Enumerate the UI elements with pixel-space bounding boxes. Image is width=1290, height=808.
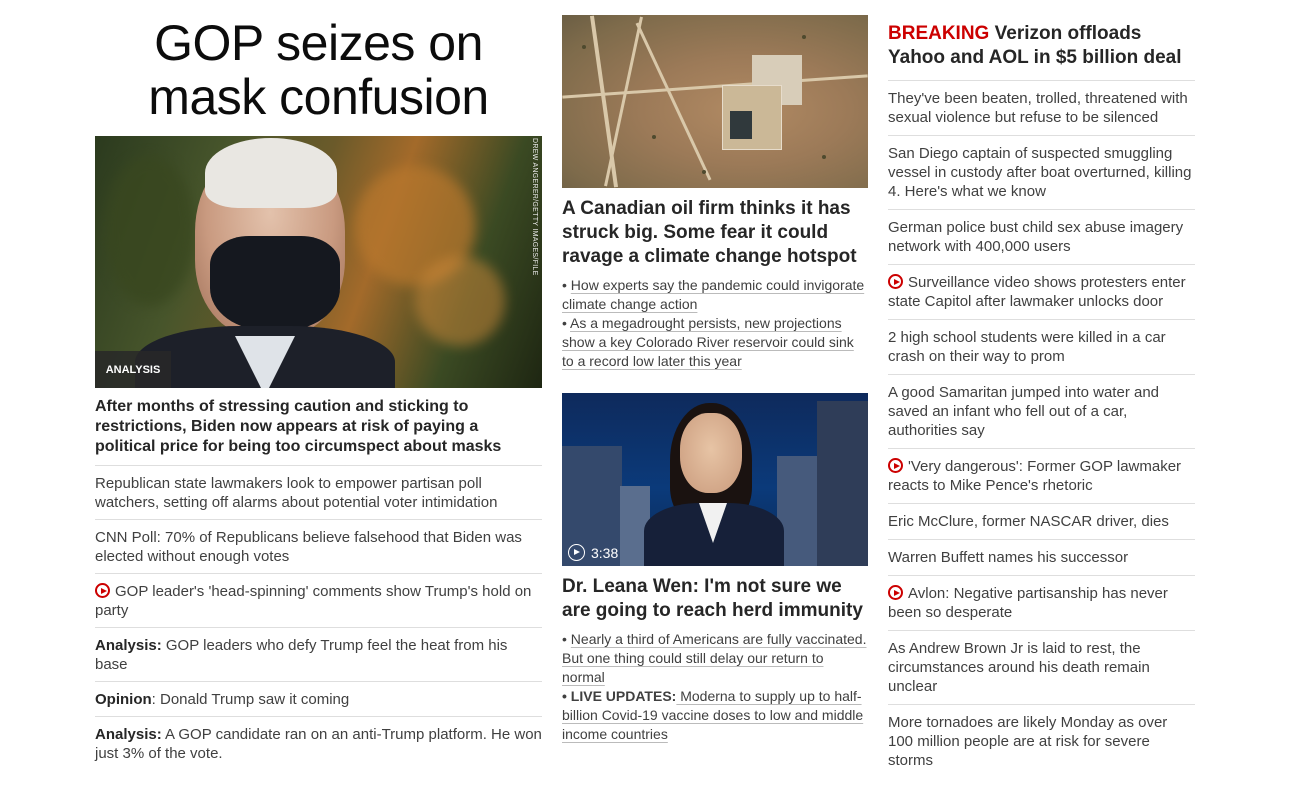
list-item-text: GOP leader's 'head-spinning' comments sh… [95, 583, 532, 619]
list-item[interactable]: Avlon: Negative partisanship has never b… [888, 576, 1195, 631]
list-item-prefix: Analysis: [95, 637, 162, 654]
image-person-mask [210, 236, 340, 331]
breaking-headline[interactable]: BREAKING Verizon offloads Yahoo and AOL … [888, 22, 1195, 81]
list-item-text: San Diego captain of suspected smuggling… [888, 145, 1192, 200]
image-road [562, 74, 868, 99]
list-item-text: More tornadoes are likely Monday as over… [888, 714, 1168, 769]
oil-related-links: • How experts say the pandemic could inv… [562, 276, 868, 371]
image-shrub [652, 135, 656, 139]
image-bokeh [105, 156, 195, 306]
breaking-label: BREAKING [888, 23, 990, 44]
image-person-hair [205, 138, 337, 208]
story-list-left: Republican state lawmakers look to empow… [95, 466, 542, 770]
play-icon [888, 585, 903, 600]
related-link-text: As a megadrought persists, new projectio… [562, 315, 854, 369]
image-shrub [822, 155, 826, 159]
image-credit: DREW ANGERER/GETTY IMAGES/FILE [531, 138, 538, 276]
live-updates-label: LIVE UPDATES: [570, 688, 677, 704]
play-icon [568, 544, 585, 561]
play-icon [888, 274, 903, 289]
wen-related-links: • Nearly a third of Americans are fully … [562, 630, 868, 744]
list-item-prefix: Analysis: [95, 726, 162, 743]
list-item-text: A GOP candidate ran on an anti-Trump pla… [95, 726, 542, 762]
list-item[interactable]: Warren Buffett names his successor [888, 540, 1195, 576]
list-item[interactable]: German police bust child sex abuse image… [888, 210, 1195, 265]
list-item-text: As Andrew Brown Jr is laid to rest, the … [888, 640, 1150, 695]
list-item[interactable]: San Diego captain of suspected smuggling… [888, 136, 1195, 210]
column-middle: A Canadian oil firm thinks it has struck… [562, 0, 868, 744]
video-duration: 3:38 [568, 544, 618, 561]
image-road [635, 22, 712, 181]
related-link[interactable]: • LIVE UPDATES: Moderna to supply up to … [562, 687, 868, 744]
play-icon [888, 458, 903, 473]
oil-story-headline[interactable]: A Canadian oil firm thinks it has struck… [562, 197, 868, 269]
list-item[interactable]: 'Very dangerous': Former GOP lawmaker re… [888, 449, 1195, 504]
column-left: GOP seizes on mask confusion DREW ANGERE… [95, 0, 542, 770]
list-item[interactable]: They've been beaten, trolled, threatened… [888, 81, 1195, 136]
list-item-text: 2 high school students were killed in a … [888, 329, 1166, 365]
list-item-text: Eric McClure, former NASCAR driver, dies [888, 513, 1169, 530]
list-item-text: They've been beaten, trolled, threatened… [888, 90, 1188, 126]
image-shrub [702, 170, 706, 174]
list-item[interactable]: A good Samaritan jumped into water and s… [888, 375, 1195, 449]
list-item[interactable]: 2 high school students were killed in a … [888, 320, 1195, 375]
related-link-text: How experts say the pandemic could invig… [562, 277, 865, 312]
banner-headline[interactable]: GOP seizes on mask confusion [95, 16, 542, 124]
wen-story-headline[interactable]: Dr. Leana Wen: I'm not sure we are going… [562, 575, 868, 623]
column-right: BREAKING Verizon offloads Yahoo and AOL … [888, 0, 1195, 778]
list-item[interactable]: Surveillance video shows protesters ente… [888, 265, 1195, 320]
image-road [604, 16, 643, 187]
list-item-text: Republican state lawmakers look to empow… [95, 475, 498, 511]
related-link[interactable]: • As a megadrought persists, new project… [562, 314, 868, 371]
play-icon [95, 583, 110, 598]
image-bokeh [415, 256, 505, 346]
list-item-text: A good Samaritan jumped into water and s… [888, 384, 1160, 439]
related-link-text: Nearly a third of Americans are fully va… [562, 631, 867, 685]
list-item[interactable]: Eric McClure, former NASCAR driver, dies [888, 504, 1195, 540]
lead-story-image[interactable]: DREW ANGERER/GETTY IMAGES/FILE ANALYSIS [95, 136, 542, 388]
image-pit [730, 111, 752, 139]
list-item-prefix: Opinion [95, 691, 152, 708]
list-item[interactable]: CNN Poll: 70% of Republicans believe fal… [95, 520, 542, 574]
list-item-text: German police bust child sex abuse image… [888, 219, 1184, 255]
list-item[interactable]: Opinion: Donald Trump saw it coming [95, 682, 542, 717]
list-item-text: Surveillance video shows protesters ente… [888, 274, 1186, 310]
image-building [817, 401, 868, 566]
story-list-right: They've been beaten, trolled, threatened… [888, 81, 1195, 778]
list-item-text: Warren Buffett names his successor [888, 549, 1129, 566]
list-item[interactable]: Analysis: A GOP candidate ran on an anti… [95, 717, 542, 770]
list-item-text: CNN Poll: 70% of Republicans believe fal… [95, 529, 522, 565]
oil-field-image[interactable] [562, 15, 868, 188]
list-item[interactable]: Analysis: GOP leaders who defy Trump fee… [95, 628, 542, 682]
list-item[interactable]: As Andrew Brown Jr is laid to rest, the … [888, 631, 1195, 705]
image-shrub [582, 45, 586, 49]
list-item-text: : Donald Trump saw it coming [151, 691, 350, 708]
video-duration-text: 3:38 [591, 544, 619, 561]
image-road [589, 15, 619, 188]
lead-headline[interactable]: After months of stressing caution and st… [95, 397, 542, 466]
video-thumbnail[interactable]: 3:38 [562, 393, 868, 566]
list-item[interactable]: GOP leader's 'head-spinning' comments sh… [95, 574, 542, 628]
list-item-text: Avlon: Negative partisanship has never b… [888, 585, 1168, 621]
related-link[interactable]: • How experts say the pandemic could inv… [562, 276, 868, 314]
list-item[interactable]: More tornadoes are likely Monday as over… [888, 705, 1195, 778]
list-item[interactable]: Republican state lawmakers look to empow… [95, 466, 542, 520]
related-link[interactable]: • Nearly a third of Americans are fully … [562, 630, 868, 687]
image-person-head [680, 413, 742, 493]
image-shrub [802, 35, 806, 39]
analysis-tag: ANALYSIS [95, 351, 171, 388]
list-item-text: 'Very dangerous': Former GOP lawmaker re… [888, 458, 1182, 494]
